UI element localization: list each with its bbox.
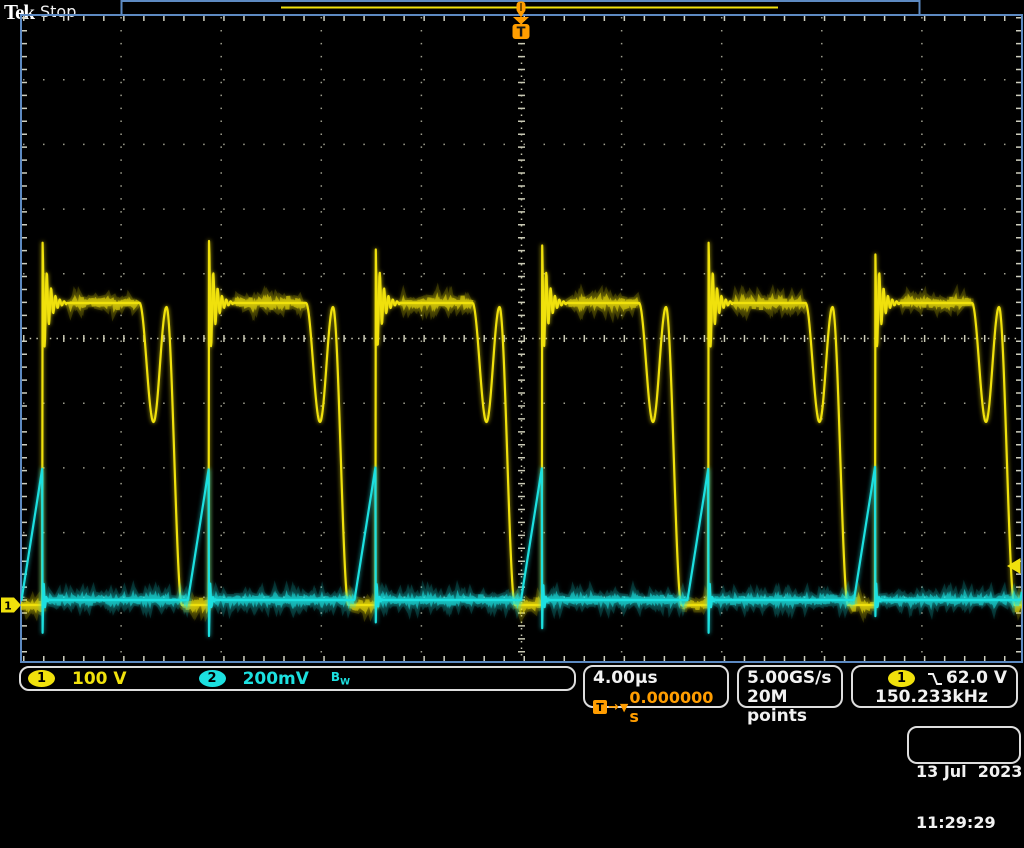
- trigger-level: 62.0 V: [945, 668, 1007, 688]
- horizontal-scale: 4.00µs: [593, 668, 658, 688]
- trigger-source-badge: 1: [888, 670, 915, 687]
- trigger-readout-box[interactable]: 1 62.0 V 150.233kHz: [851, 665, 1018, 708]
- ch1-ground-label: 1: [4, 600, 12, 613]
- ch2-scale: 200mV: [242, 668, 309, 689]
- ch1-ground-marker[interactable]: 1: [1, 597, 21, 613]
- ch1-badge: 1: [28, 670, 55, 687]
- trigger-position-marker[interactable]: T: [512, 17, 530, 41]
- datetime-box[interactable]: 13 Jul 2023 11:29:29: [907, 726, 1022, 831]
- oscilloscope-screen: { "header": { "logo": "Tek", "status": "…: [0, 0, 1024, 831]
- graticule-grid: [20, 14, 1023, 663]
- trigger-square-icon: T: [593, 700, 607, 714]
- date-value: 13 Jul 2023: [916, 762, 1023, 781]
- trigger-level-marker[interactable]: [1007, 558, 1021, 574]
- ch1-scale: 100 V: [72, 668, 127, 689]
- horizontal-position-value: 0.000000 s: [629, 688, 714, 726]
- record-length: 20M points: [747, 687, 808, 726]
- horizontal-position: T → ▼ 0.000000 s: [593, 688, 727, 726]
- ch2-bandwidth-limit-icon: BW: [330, 669, 351, 688]
- trigger-t-label: T: [517, 26, 526, 41]
- triangle-down-icon: ▼: [619, 700, 629, 714]
- channel-readout-box[interactable]: 1 100 V 2 200mV BW: [19, 666, 576, 691]
- trigger-frequency: 150.233kHz: [875, 687, 988, 707]
- arrow-right-icon: →: [608, 699, 619, 715]
- acquisition-readout-box[interactable]: 5.00GS/s 20M points: [737, 665, 843, 726]
- display-area: T 1: [1, 0, 1023, 663]
- sample-rate: 5.00GS/s: [747, 668, 832, 688]
- falling-edge-icon: [928, 672, 942, 685]
- time-value: 11:29:29: [916, 813, 996, 832]
- horizontal-readout-box[interactable]: 4.00µs T → ▼ 0.000000 s: [583, 665, 729, 726]
- ch2-badge: 2: [198, 670, 226, 687]
